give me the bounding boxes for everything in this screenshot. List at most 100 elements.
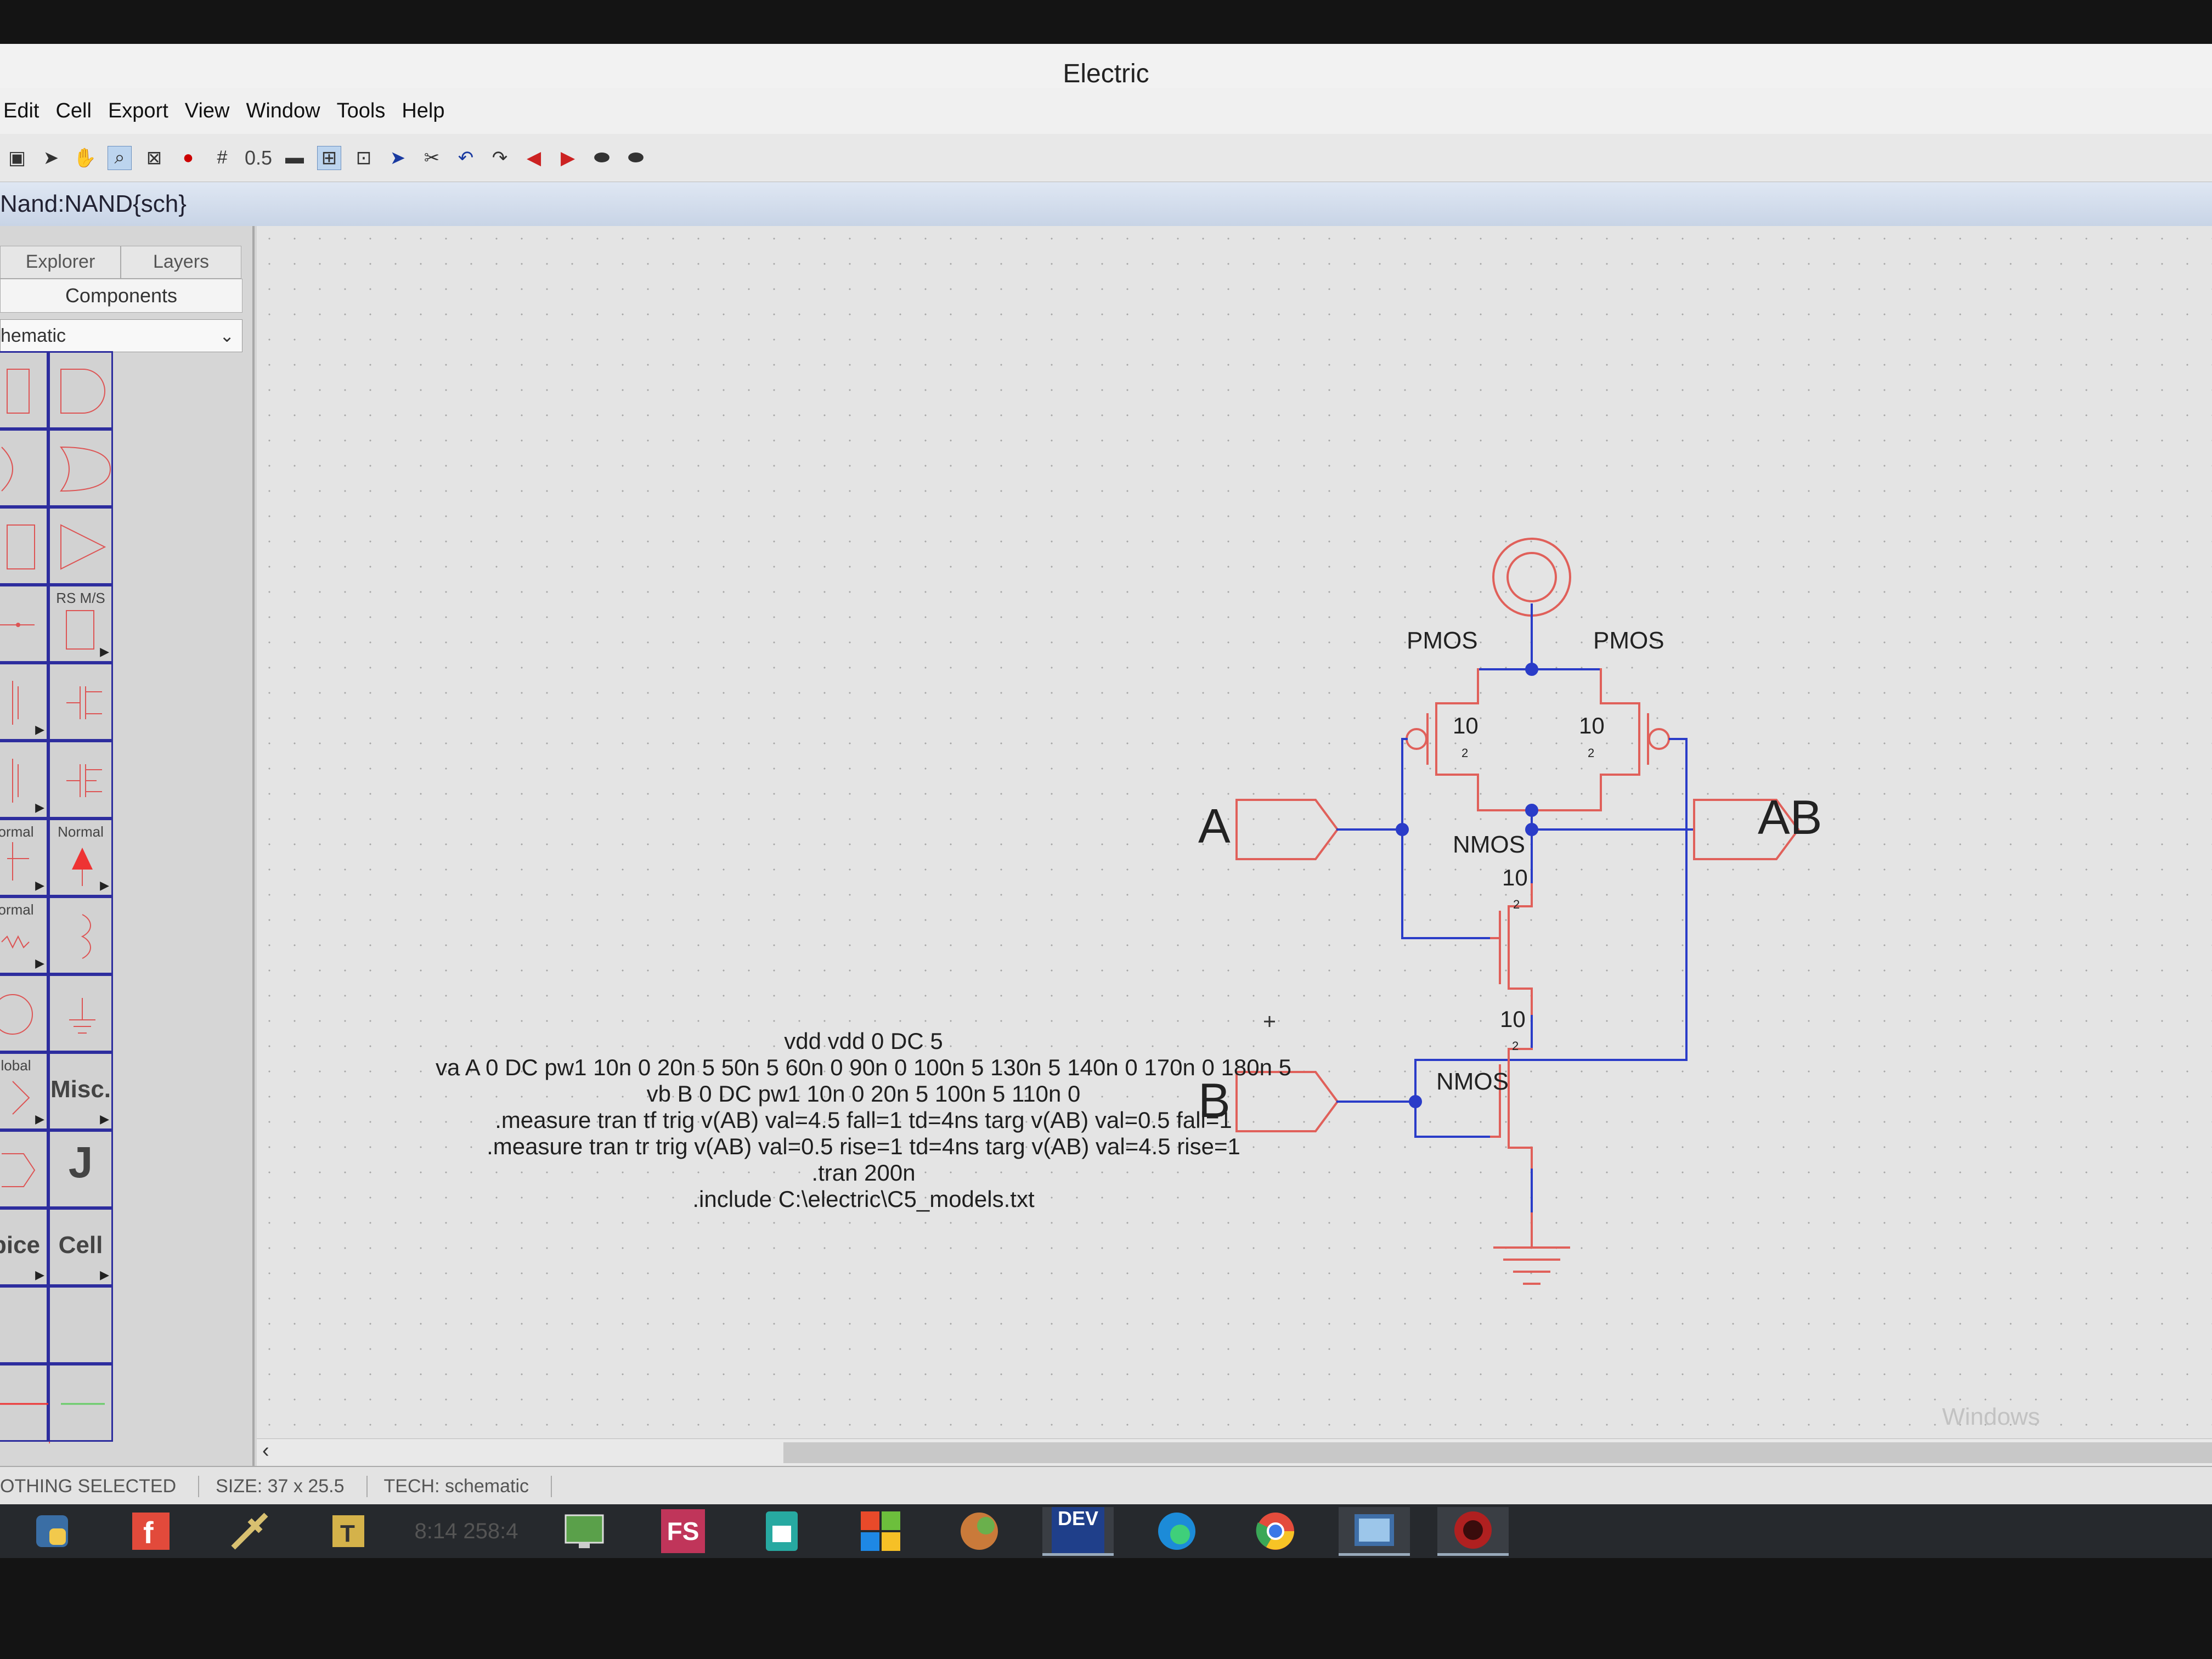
palette-or-gate[interactable]	[48, 429, 113, 507]
cursor-crosshair	[1264, 1016, 1275, 1027]
palette-ground[interactable]	[48, 974, 113, 1052]
taskbar-windows-icon[interactable]	[845, 1508, 916, 1554]
back-arrow-icon[interactable]: ◀	[522, 146, 545, 170]
status-bar: OTHING SELECTED SIZE: 37 x 25.5 TECH: sc…	[0, 1466, 2212, 1505]
taskbar-devcpp-app[interactable]: DEV	[1042, 1506, 1114, 1556]
taskbar-python-icon[interactable]	[16, 1508, 88, 1554]
menu-edit[interactable]: Edit	[3, 99, 39, 123]
taskbar-t-app-icon[interactable]: T	[313, 1508, 384, 1554]
palette-label-misc: Misc.	[50, 1076, 111, 1103]
cut-icon[interactable]: ✂	[420, 146, 443, 170]
palette-transistor2-left[interactable]: ▶	[0, 741, 48, 819]
palette-color-green[interactable]	[48, 1364, 113, 1442]
tab-layers[interactable]: Layers	[121, 246, 241, 279]
taskbar-f-app-icon[interactable]: f	[115, 1508, 187, 1554]
nand-schematic[interactable]: PMOS PMOS 10 10 2 2 NMOS 10 2 10 2 NMOS …	[257, 226, 2212, 1438]
palette-transistor[interactable]	[48, 663, 113, 741]
submenu-arrow-icon: ▶	[35, 878, 44, 892]
tab-explorer[interactable]: Explorer	[0, 246, 121, 279]
ground-symbol	[1493, 1212, 1570, 1285]
grid-icon[interactable]: #	[211, 146, 234, 170]
zoom-icon[interactable]: ⌕	[108, 145, 132, 170]
palette-label-global: lobal	[1, 1057, 31, 1074]
palette-j[interactable]: J	[48, 1130, 113, 1208]
zoom-box-icon[interactable]: ⊠	[143, 146, 166, 170]
port-ab-label: AB	[1758, 790, 1822, 844]
palette-color-red[interactable]	[0, 1364, 51, 1443]
horizontal-scrollbar[interactable]: ‹	[257, 1438, 2212, 1466]
select-objects-icon[interactable]: ⊞	[317, 145, 342, 170]
palette-source-left[interactable]	[0, 974, 48, 1052]
menu-window[interactable]: Window	[246, 99, 320, 123]
palette-inductor[interactable]	[48, 896, 113, 974]
palette-flipflop[interactable]: RS M/S ▶	[48, 585, 113, 663]
redo-icon[interactable]: ↷	[488, 146, 511, 170]
tab-components[interactable]: Components	[0, 279, 242, 313]
taskbar-red-app-icon[interactable]	[1437, 1506, 1509, 1556]
palette-empty[interactable]	[48, 1286, 113, 1364]
spice-line: vdd vdd 0 DC 5	[784, 1028, 943, 1054]
taskbar-fs-app[interactable]: FS	[647, 1508, 719, 1554]
scroll-left-icon[interactable]: ‹	[262, 1439, 269, 1463]
taskbar-plug-icon[interactable]	[214, 1508, 285, 1554]
palette-or-left[interactable]	[0, 429, 48, 507]
palette-buffer-left[interactable]	[0, 507, 48, 585]
palette-buffer[interactable]	[48, 507, 113, 585]
menu-cell[interactable]: Cell	[55, 99, 91, 123]
palette-label-j: J	[68, 1138, 93, 1187]
special-select-icon[interactable]: ➤	[386, 146, 409, 170]
palette-cell[interactable]: Cell ▶	[48, 1208, 113, 1286]
palette-misc[interactable]: Misc. ▶	[48, 1052, 113, 1130]
palette-spice[interactable]: pice ▶	[0, 1208, 48, 1286]
palette-and-gate[interactable]	[48, 351, 113, 429]
select-arrow-icon[interactable]: ➤	[40, 146, 63, 170]
palette-resistor-left[interactable]: ormal ▶	[0, 819, 48, 896]
palette-transistor-4port[interactable]	[48, 741, 113, 819]
taskbar-monitor-icon[interactable]	[549, 1508, 620, 1554]
layer-down-icon[interactable]: ⬬	[590, 146, 613, 170]
pan-hand-icon[interactable]: ✋	[74, 146, 97, 170]
menu-help[interactable]: Help	[402, 99, 444, 123]
pmos-left-label: PMOS	[1407, 627, 1478, 654]
taskbar-color-app-icon[interactable]	[944, 1508, 1015, 1554]
palette-pin-left[interactable]	[0, 1130, 48, 1208]
technology-select[interactable]: hematic ⌄	[0, 319, 242, 352]
fs-app-tile: FS	[661, 1509, 705, 1553]
grid-value[interactable]: 0.5	[245, 146, 272, 170]
forward-arrow-icon[interactable]: ▶	[556, 146, 579, 170]
port-b-symbol	[1235, 1071, 1339, 1132]
taskbar-sheet-icon[interactable]	[746, 1508, 817, 1554]
palette-label-cell: Cell	[58, 1232, 103, 1259]
outline-icon[interactable]: ●	[177, 146, 200, 170]
vdd-inner-circle	[1506, 552, 1557, 602]
submenu-arrow-icon: ▶	[35, 1268, 44, 1282]
submenu-arrow-icon: ▶	[35, 956, 44, 970]
taskbar-edge-icon[interactable]	[1141, 1508, 1212, 1554]
menu-view[interactable]: View	[185, 99, 230, 123]
select-area-icon[interactable]: ⊡	[352, 146, 375, 170]
status-tech: TECH: schematic	[384, 1475, 552, 1497]
palette-wire-left[interactable]	[0, 585, 48, 663]
spice-line: .measure tran tf trig v(AB) val=4.5 fall…	[495, 1107, 1232, 1133]
taskbar-chrome-icon[interactable]	[1240, 1508, 1311, 1554]
menu-export[interactable]: Export	[108, 99, 168, 123]
spice-line: .include C:\electric\C5_models.txt	[692, 1186, 1035, 1212]
pmos-right-label: PMOS	[1593, 627, 1664, 654]
layer-up-icon[interactable]: ⬬	[624, 146, 647, 170]
save-icon[interactable]: ▣	[5, 146, 29, 170]
palette-resistor2-left[interactable]: ormal ▶	[0, 896, 48, 974]
palette-diode[interactable]: Normal ▶	[48, 819, 113, 896]
align-icon[interactable]: ▬	[283, 146, 306, 170]
palette-global-left[interactable]: lobal ▶	[0, 1052, 48, 1130]
palette-cell-and-left[interactable]	[0, 351, 48, 429]
undo-icon[interactable]: ↶	[454, 146, 477, 170]
scrollbar-thumb[interactable]	[783, 1442, 2212, 1463]
palette-transistor-left[interactable]: ▶	[0, 663, 48, 741]
taskbar-photos-icon[interactable]	[1339, 1506, 1410, 1556]
menu-tools[interactable]: Tools	[337, 99, 386, 123]
spice-line: va A 0 DC pw1 10n 0 20n 5 50n 5 60n 0 90…	[436, 1054, 1291, 1080]
nmos-bottom-sublabel: 2	[1512, 1039, 1519, 1053]
palette-empty-left[interactable]	[0, 1286, 48, 1364]
technology-value: hematic	[1, 325, 66, 346]
schematic-canvas[interactable]: PMOS PMOS 10 10 2 2 NMOS 10 2 10 2 NMOS …	[257, 226, 2212, 1438]
